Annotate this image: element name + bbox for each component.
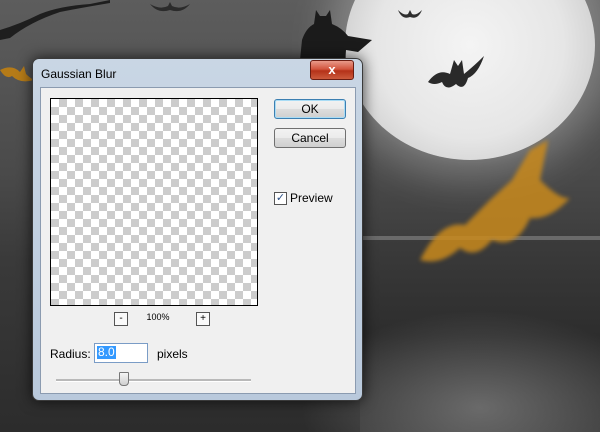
title-bar[interactable]: Gaussian Blur x bbox=[33, 59, 362, 87]
radius-value: 8.0 bbox=[97, 345, 116, 359]
gaussian-blur-dialog: Gaussian Blur x - 100% + OK Cancel ✓ Pre… bbox=[32, 58, 363, 401]
zoom-out-button[interactable]: - bbox=[114, 312, 128, 326]
preview-label: Preview bbox=[290, 191, 333, 205]
radius-unit: pixels bbox=[157, 347, 188, 361]
dialog-body: - 100% + OK Cancel ✓ Preview Radius: 8.0… bbox=[40, 87, 356, 394]
close-icon: x bbox=[328, 62, 336, 77]
radius-input[interactable]: 8.0 bbox=[94, 343, 148, 363]
plus-icon: + bbox=[200, 313, 206, 324]
preview-checkbox[interactable]: ✓ bbox=[274, 192, 287, 205]
close-button[interactable]: x bbox=[310, 60, 354, 80]
minus-icon: - bbox=[119, 313, 123, 324]
radius-slider-thumb[interactable] bbox=[119, 372, 129, 386]
tree-branch bbox=[0, 0, 110, 40]
bat-icon bbox=[150, 2, 190, 12]
checkmark-icon: ✓ bbox=[275, 192, 286, 204]
bat-icon bbox=[420, 140, 570, 262]
bat-icon bbox=[0, 66, 34, 82]
radius-label: Radius: bbox=[50, 347, 91, 361]
bat-icon bbox=[398, 10, 422, 18]
cancel-button[interactable]: Cancel bbox=[274, 128, 346, 148]
preview-pane[interactable] bbox=[50, 98, 258, 306]
radius-slider-track[interactable] bbox=[56, 379, 251, 382]
bat-icon bbox=[428, 56, 484, 88]
ok-button[interactable]: OK bbox=[274, 99, 346, 119]
zoom-in-button[interactable]: + bbox=[196, 312, 210, 326]
dialog-title: Gaussian Blur bbox=[41, 67, 117, 81]
zoom-level: 100% bbox=[146, 312, 170, 322]
